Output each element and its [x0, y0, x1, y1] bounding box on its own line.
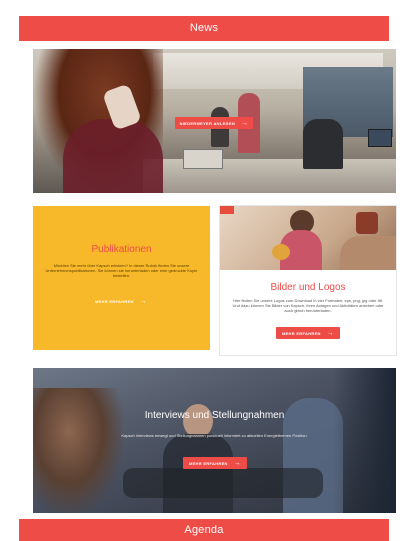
interviews-title: Interviews und Stellungnahmen	[144, 410, 285, 421]
journalist-left	[33, 388, 123, 513]
hero-office-photo: NIEDERMEYER ANLEGEN →	[33, 49, 396, 193]
hero-cta-label: NIEDERMEYER ANLEGEN	[179, 120, 236, 126]
publikationen-card[interactable]: Publikationen Möchten Sie mehr über Kaps…	[33, 206, 210, 350]
arrow-right-icon: →	[241, 119, 249, 127]
interviews-card[interactable]: Interviews und Stellungnahmen Kapsch Int…	[33, 368, 396, 513]
agenda-section-header[interactable]: Agenda	[19, 519, 389, 541]
office-desk	[143, 159, 396, 193]
photo-corner-icon	[220, 206, 234, 214]
arrow-right-icon: →	[139, 297, 148, 305]
right-shadow	[333, 368, 396, 513]
publikationen-cta-button[interactable]: MEHR ERFAHREN →	[89, 296, 153, 306]
bilder-logos-card[interactable]: Bilder und Logos Hier finden Sie unsere …	[220, 206, 396, 355]
bilder-logos-body: Hier finden Sie unsere Logos zum Downloa…	[232, 298, 384, 313]
woman-jacket	[63, 119, 163, 193]
microphones-cameras	[123, 468, 323, 498]
bilder-logos-cta-button[interactable]: MEHR ERFAHREN →	[276, 327, 340, 339]
arrow-right-icon: →	[233, 459, 242, 467]
background-pot	[356, 212, 378, 234]
publikationen-title: Publikationen	[91, 244, 152, 255]
interviews-body: Kapsch Interviews bewegt und Stellungnah…	[121, 433, 308, 438]
news-section-header[interactable]: News	[19, 16, 389, 41]
interviews-cta-label: MEHR ERFAHREN	[188, 460, 228, 466]
hero-cta-button[interactable]: NIEDERMEYER ANLEGEN →	[175, 117, 253, 129]
arrow-right-icon: →	[326, 329, 335, 337]
orange-fruit	[272, 244, 290, 260]
child-with-fruit-photo	[220, 206, 396, 270]
interviews-cta-button[interactable]: MEHR ERFAHREN →	[183, 457, 247, 469]
laptop	[183, 149, 223, 169]
colleague-at-desk	[303, 119, 343, 169]
bilder-logos-cta-label: MEHR ERFAHREN	[281, 330, 321, 336]
monitor	[368, 129, 392, 147]
bilder-logos-title: Bilder und Logos	[270, 282, 346, 293]
adult-hand	[340, 236, 396, 270]
publikationen-body: Möchten Sie mehr über Kapsch erfahren? I…	[45, 263, 198, 278]
publikationen-cta-label: MEHR ERFAHREN	[94, 298, 134, 304]
